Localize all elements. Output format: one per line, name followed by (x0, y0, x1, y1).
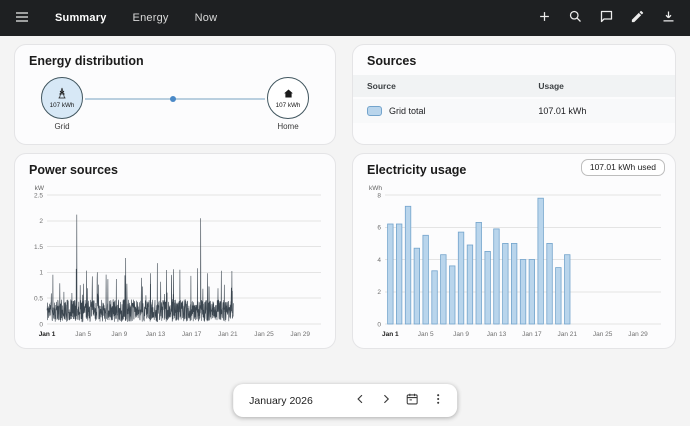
svg-text:Jan 21: Jan 21 (557, 331, 577, 338)
svg-text:Jan 1: Jan 1 (39, 331, 56, 338)
svg-text:Jan 25: Jan 25 (593, 331, 613, 338)
next-period-button[interactable] (373, 388, 399, 413)
pencil-icon (630, 9, 645, 27)
power-sources-card: Power sources 0 0.5 1 1.5 2 2.5kW Jan 1 Jan 5 Ja… (14, 153, 336, 349)
svg-text:0: 0 (377, 321, 381, 328)
chevron-right-icon (379, 392, 393, 409)
svg-text:2: 2 (39, 218, 43, 225)
energy-flow-dot (170, 96, 176, 102)
svg-text:Jan 29: Jan 29 (290, 331, 310, 338)
appbar-actions (533, 5, 680, 31)
svg-text:8: 8 (377, 192, 381, 199)
svg-text:Jan 9: Jan 9 (111, 331, 127, 338)
add-button[interactable] (533, 5, 556, 31)
svg-text:Jan 13: Jan 13 (146, 331, 166, 338)
home-circle: 107 kWh (267, 77, 309, 119)
grid-label: Grid (54, 122, 69, 131)
period-label: January 2026 (249, 395, 313, 407)
svg-text:Jan 29: Jan 29 (628, 331, 648, 338)
grid-circle: 107 kWh (41, 77, 83, 119)
tab-summary[interactable]: Summary (42, 0, 120, 36)
svg-text:Jan 9: Jan 9 (453, 331, 469, 338)
period-selector: January 2026 (233, 384, 457, 417)
card-title: Power sources (15, 154, 335, 180)
download-button[interactable] (657, 5, 680, 31)
usage-column-header: Usage (524, 75, 675, 98)
hamburger-menu-icon (14, 9, 30, 28)
grid-color-swatch (367, 106, 382, 116)
calendar-button[interactable] (399, 388, 425, 413)
energy-flow-line (85, 98, 265, 100)
svg-text:6: 6 (377, 225, 381, 232)
source-name: Grid total (389, 106, 426, 116)
energy-dashboard: Energy distribution 107 kWh Grid (0, 36, 690, 357)
search-icon (568, 9, 583, 27)
home-node: 107 kWh Home (265, 77, 311, 131)
grid-node: 107 kWh Grid (39, 77, 85, 131)
download-icon (661, 9, 676, 27)
svg-text:2: 2 (377, 289, 381, 296)
source-column-header: Source (353, 75, 524, 98)
energy-distribution-card: Energy distribution 107 kWh Grid (14, 44, 336, 145)
transmission-tower-icon (56, 87, 68, 101)
svg-text:Jan 25: Jan 25 (254, 331, 274, 338)
svg-text:4: 4 (377, 257, 381, 264)
comment-icon (599, 9, 614, 27)
comments-button[interactable] (595, 5, 618, 31)
sources-header-row: Source Usage (353, 75, 675, 98)
edit-button[interactable] (626, 5, 649, 31)
svg-text:Jan 17: Jan 17 (182, 331, 202, 338)
svg-text:Jan 5: Jan 5 (75, 331, 91, 338)
grid-value: 107 kWh (50, 102, 75, 109)
power-sources-chart[interactable]: 0 0.5 1 1.5 2 2.5kW Jan 1 Jan 5 Jan 9 Jan 13 Jan 1… (21, 180, 329, 340)
electricity-usage-card: Electricity usage 107.01 kWh used 0 2 4 6 8k… (352, 153, 676, 349)
home-value: 107 kWh (276, 102, 301, 109)
home-label: Home (277, 122, 298, 131)
svg-text:1.5: 1.5 (34, 244, 43, 251)
svg-text:1: 1 (39, 270, 43, 277)
svg-text:0.5: 0.5 (34, 296, 43, 303)
svg-text:Jan 17: Jan 17 (522, 331, 542, 338)
svg-text:Jan 21: Jan 21 (218, 331, 238, 338)
sources-card: Sources Source Usage Grid total 107.01 k… (352, 44, 676, 145)
svg-text:kW: kW (35, 185, 45, 192)
calendar-icon (405, 392, 419, 409)
menu-button[interactable] (10, 5, 34, 32)
home-icon (283, 88, 294, 101)
svg-text:kWh: kWh (369, 185, 382, 192)
tab-energy[interactable]: Energy (120, 0, 182, 36)
svg-text:Jan 1: Jan 1 (382, 331, 399, 338)
source-usage: 107.01 kWh (524, 98, 675, 123)
electricity-usage-chart[interactable]: 0 2 4 6 8kWh Jan 1 Jan 5 Jan 9 Jan 13 Jan 17 Jan 2… (359, 180, 669, 340)
svg-text:2.5: 2.5 (34, 192, 43, 199)
card-title: Energy distribution (15, 45, 335, 71)
card-title: Sources (353, 45, 675, 71)
dots-vertical-icon (431, 392, 445, 409)
svg-text:Jan 13: Jan 13 (487, 331, 507, 338)
table-row: Grid total 107.01 kWh (353, 98, 675, 123)
tab-now[interactable]: Now (182, 0, 231, 36)
energy-flow-diagram: 107 kWh Grid 107 kWh Home (15, 71, 335, 131)
sources-table: Source Usage Grid total 107.01 kWh (353, 75, 675, 123)
usage-total-badge: 107.01 kWh used (581, 159, 665, 176)
top-app-bar: Summary Energy Now (0, 0, 690, 36)
chevron-left-icon (353, 392, 367, 409)
more-options-button[interactable] (425, 388, 451, 413)
previous-period-button[interactable] (347, 388, 373, 413)
tab-bar: Summary Energy Now (42, 0, 230, 36)
svg-text:Jan 5: Jan 5 (418, 331, 434, 338)
search-button[interactable] (564, 5, 587, 31)
card-title: Electricity usage (353, 154, 480, 180)
plus-icon (537, 9, 552, 27)
svg-text:0: 0 (39, 321, 43, 328)
